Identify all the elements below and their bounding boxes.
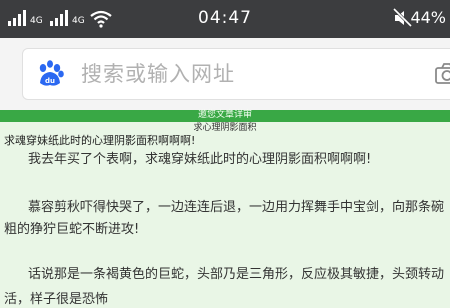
page-title: 邀您文章详审: [0, 109, 450, 121]
article-page: 邀您文章详审 求心理阴影面积 求魂穿妹纸此时的心理阴影面积啊啊啊! 我去年买了个…: [0, 110, 450, 300]
article-paragraph: 我去年买了个表啊，求魂穿妹纸此时的心理阴影面积啊啊啊!: [28, 152, 371, 168]
battery-level: 44%: [410, 8, 446, 27]
browser-toolbar: du 搜索或输入网址: [0, 38, 450, 111]
clock: 04:47: [0, 8, 450, 28]
svg-text:du: du: [45, 77, 55, 85]
article-paragraph: 粗的狰狞巨蛇不断进攻!: [4, 222, 139, 238]
page-header: 邀您文章详审: [0, 110, 450, 122]
article-heading: 求魂穿妹纸此时的心理阴影面积啊啊啊!: [4, 134, 195, 147]
article-paragraph: 慕容剪秋吓得快哭了，一边连连后退，一边用力挥舞手中宝剑，向那条碗: [28, 200, 444, 216]
address-bar[interactable]: du 搜索或输入网址: [22, 48, 450, 100]
search-input[interactable]: 搜索或输入网址: [81, 49, 235, 99]
article-paragraph: 活，样子很是恐怖: [4, 292, 108, 308]
baidu-paw-icon: du: [35, 59, 65, 89]
article-paragraph: 话说那是一条褐黄色的巨蛇，头部乃是三角形，反应极其敏捷，头颈转动: [28, 267, 444, 283]
page-subtitle: 求心理阴影面积: [0, 123, 450, 133]
status-bar: 4G 4G 04:47 44%: [0, 0, 450, 38]
camera-icon[interactable]: [435, 63, 450, 85]
